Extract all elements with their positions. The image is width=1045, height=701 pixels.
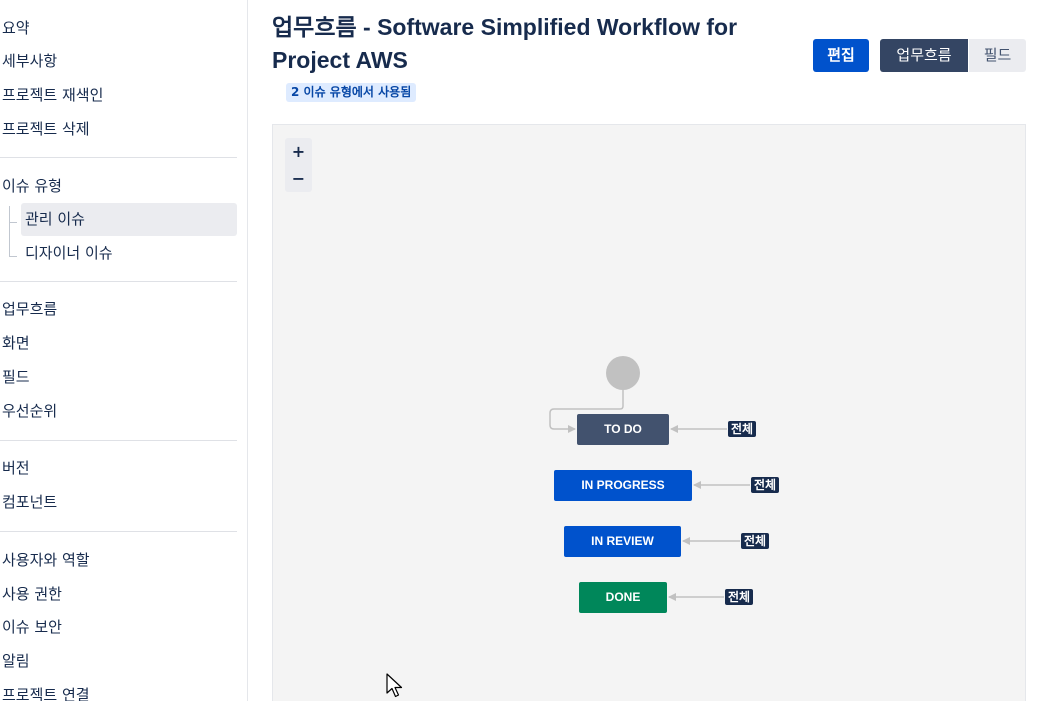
sidebar-item-issue-security[interactable]: 이슈 보안: [2, 612, 62, 642]
sidebar-divider: [0, 440, 237, 441]
transition-connectors: [549, 390, 750, 601]
sidebar-item-summary[interactable]: 요약: [2, 13, 30, 43]
sidebar-divider: [0, 281, 237, 282]
sidebar-item-issue-type-designer[interactable]: 디자이너 이슈: [21, 237, 237, 270]
usage-badge[interactable]: 2 이슈 유형에서 사용됨: [286, 83, 417, 102]
page-title: 업무흐름 - Software Simplified Workflow for …: [272, 14, 738, 73]
transition-all-badge[interactable]: 전체: [728, 421, 757, 437]
mouse-cursor-icon: [386, 673, 403, 698]
sidebar-item-issue-type-management[interactable]: 관리 이슈: [21, 203, 237, 236]
tree-tick: [9, 222, 17, 223]
workflow-diagram[interactable]: + − TO DO 전체 IN PROGRESS 전체 IN REVIEW 전체…: [272, 124, 1026, 701]
start-node: [606, 356, 640, 390]
transition-all-badge[interactable]: 전체: [741, 533, 770, 549]
view-workflow-toggle[interactable]: 업무흐름: [880, 39, 968, 72]
sidebar-item-users-roles[interactable]: 사용자와 역할: [2, 545, 90, 575]
sidebar-item-notifications[interactable]: 알림: [2, 646, 30, 676]
status-todo[interactable]: TO DO: [577, 414, 669, 445]
sidebar-item-fields[interactable]: 필드: [2, 362, 30, 392]
sidebar-item-workflows[interactable]: 업무흐름: [2, 294, 57, 324]
transition-all-badge[interactable]: 전체: [751, 477, 780, 493]
edit-button[interactable]: 편집: [813, 39, 869, 72]
status-in-progress[interactable]: IN PROGRESS: [554, 470, 692, 501]
sidebar-item-versions[interactable]: 버전: [2, 453, 30, 483]
sidebar-divider: [0, 157, 237, 158]
transition-all-badge[interactable]: 전체: [725, 589, 754, 605]
sidebar-item-permissions[interactable]: 사용 권한: [2, 579, 62, 609]
sidebar-item-delete-project[interactable]: 프로젝트 삭제: [2, 114, 90, 144]
sidebar-item-screens[interactable]: 화면: [2, 328, 30, 358]
view-fields-toggle[interactable]: 필드: [969, 39, 1026, 72]
status-done[interactable]: DONE: [579, 582, 667, 613]
sidebar-item-project-links[interactable]: 프로젝트 연결: [2, 680, 90, 701]
sidebar-item-reindex[interactable]: 프로젝트 재색인: [2, 80, 103, 110]
sidebar-item-details[interactable]: 세부사항: [2, 46, 57, 76]
sidebar-divider: [0, 531, 237, 532]
tree-line: [9, 206, 10, 257]
project-settings-sidebar: 요약 세부사항 프로젝트 재색인 프로젝트 삭제 이슈 유형 관리 이슈 디자이…: [0, 0, 248, 701]
sidebar-item-components[interactable]: 컴포넌트: [2, 487, 57, 517]
tree-tick: [9, 256, 17, 257]
sidebar-item-priorities[interactable]: 우선순위: [2, 396, 57, 426]
status-in-review[interactable]: IN REVIEW: [564, 526, 681, 557]
sidebar-item-issue-types[interactable]: 이슈 유형: [2, 171, 62, 201]
